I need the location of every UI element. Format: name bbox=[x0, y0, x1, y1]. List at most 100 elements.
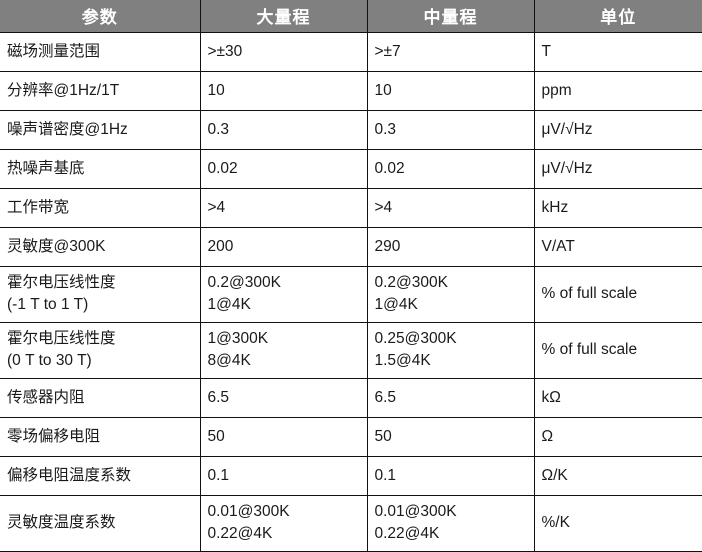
table-row: 分辨率@1Hz/1T 10 10 ppm bbox=[0, 71, 702, 111]
cell-parameter-text: 偏移电阻温度系数 bbox=[7, 466, 132, 484]
specification-table: 参数 大量程 中量程 单位 磁场测量范围 >±30 >±7 T 分辨率@1Hz/1T 10… bbox=[0, 0, 702, 552]
cell-unit-text: Ω bbox=[541, 427, 554, 445]
cell-parameter: 工作带宽 bbox=[0, 188, 201, 228]
cell-large-range: 50 bbox=[200, 417, 368, 457]
cell-parameter-text: 热噪声基底 bbox=[7, 159, 85, 177]
cell-unit: T bbox=[534, 32, 702, 72]
table-row: 工作带宽 >4 >4 kHz bbox=[0, 188, 702, 228]
table-row: 零场偏移电阻 50 50 Ω bbox=[0, 417, 702, 457]
cell-large-range-text: 0.02 bbox=[207, 159, 238, 177]
cell-mid-range-text: >±7 bbox=[374, 42, 401, 60]
cell-unit-text: kΩ bbox=[541, 388, 561, 406]
cell-unit-text: %/K bbox=[541, 514, 570, 531]
cell-unit: μV/√Hz bbox=[534, 149, 702, 189]
cell-large-range: 1@300K 8@4K bbox=[200, 322, 368, 379]
cell-unit-text: μV/√Hz bbox=[541, 120, 593, 138]
table-header-row: 参数 大量程 中量程 单位 bbox=[0, 0, 702, 33]
cell-large-range-text: 200 bbox=[207, 237, 234, 255]
cell-parameter-text: 工作带宽 bbox=[7, 198, 70, 216]
cell-parameter: 灵敏度温度系数 bbox=[0, 495, 201, 552]
cell-mid-range: 0.3 bbox=[367, 110, 535, 150]
cell-unit: Ω/K bbox=[534, 456, 702, 496]
cell-unit-text: Ω/K bbox=[541, 466, 568, 484]
cell-large-range: >±30 bbox=[200, 32, 368, 72]
column-header-large-range: 大量程 bbox=[200, 0, 368, 33]
cell-parameter: 磁场测量范围 bbox=[0, 32, 201, 72]
cell-large-range: 6.5 bbox=[200, 378, 368, 418]
cell-mid-range: 50 bbox=[367, 417, 535, 457]
cell-unit: %/K bbox=[534, 495, 702, 552]
cell-mid-range-text: >4 bbox=[374, 198, 393, 216]
cell-parameter: 偏移电阻温度系数 bbox=[0, 456, 201, 496]
cell-unit: Ω bbox=[534, 417, 702, 457]
cell-mid-range: 0.2@300K 1@4K bbox=[367, 266, 535, 323]
cell-unit-text: ppm bbox=[541, 81, 572, 99]
cell-mid-range: 290 bbox=[367, 227, 535, 267]
table-body: 磁场测量范围 >±30 >±7 T 分辨率@1Hz/1T 10 10 ppm 噪声谱密度@1Hz… bbox=[0, 32, 702, 552]
cell-large-range: 200 bbox=[200, 227, 368, 267]
table-row: 传感器内阻 6.5 6.5 kΩ bbox=[0, 378, 702, 418]
cell-large-range-text: 10 bbox=[207, 81, 225, 99]
cell-unit: % of full scale bbox=[534, 266, 702, 323]
cell-mid-range-text: 290 bbox=[374, 237, 401, 255]
cell-parameter-text: 分辨率@1Hz/1T bbox=[7, 81, 120, 99]
cell-parameter: 传感器内阻 bbox=[0, 378, 201, 418]
table-row: 偏移电阻温度系数 0.1 0.1 Ω/K bbox=[0, 456, 702, 496]
cell-large-range-text: 50 bbox=[207, 427, 225, 445]
cell-parameter: 分辨率@1Hz/1T bbox=[0, 71, 201, 111]
cell-unit-text: μV/√Hz bbox=[541, 159, 593, 177]
table-header: 参数 大量程 中量程 单位 bbox=[0, 0, 702, 33]
cell-parameter: 灵敏度@300K bbox=[0, 227, 201, 267]
cell-mid-range-text: 0.02 bbox=[374, 159, 405, 177]
cell-mid-range-text: 50 bbox=[374, 427, 392, 445]
cell-mid-range-text: 10 bbox=[374, 81, 392, 99]
cell-unit: kHz bbox=[534, 188, 702, 228]
cell-parameter-text: 噪声谱密度@1Hz bbox=[7, 120, 128, 138]
table-row: 灵敏度@300K 200 290 V/AT bbox=[0, 227, 702, 267]
cell-mid-range: 0.1 bbox=[367, 456, 535, 496]
cell-unit: μV/√Hz bbox=[534, 110, 702, 150]
table-row: 噪声谱密度@1Hz 0.3 0.3 μV/√Hz bbox=[0, 110, 702, 150]
cell-mid-range: 0.02 bbox=[367, 149, 535, 189]
column-header-unit: 单位 bbox=[534, 0, 702, 33]
table-row: 灵敏度温度系数 0.01@300K 0.22@4K 0.01@300K 0.22@4… bbox=[0, 495, 702, 552]
cell-unit: ppm bbox=[534, 71, 702, 111]
cell-unit-text: kHz bbox=[541, 198, 569, 216]
cell-parameter: 霍尔电压线性度 (-1 T to 1 T) bbox=[0, 266, 201, 323]
column-header-mid-range: 中量程 bbox=[367, 0, 535, 33]
cell-parameter: 霍尔电压线性度 (0 T to 30 T) bbox=[0, 322, 201, 379]
cell-mid-range-text: 0.1 bbox=[374, 466, 397, 484]
cell-parameter-text: 传感器内阻 bbox=[7, 388, 85, 406]
cell-unit: kΩ bbox=[534, 378, 702, 418]
cell-large-range-text: >±30 bbox=[207, 42, 243, 60]
cell-parameter-text: 灵敏度@300K bbox=[7, 237, 106, 255]
cell-unit: V/AT bbox=[534, 227, 702, 267]
cell-mid-range: >±7 bbox=[367, 32, 535, 72]
cell-large-range: >4 bbox=[200, 188, 368, 228]
cell-parameter-text: 零场偏移电阻 bbox=[7, 427, 101, 445]
cell-mid-range-text: 0.01@300K 0.22@4K bbox=[374, 503, 457, 542]
cell-large-range: 0.3 bbox=[200, 110, 368, 150]
cell-mid-range: 0.01@300K 0.22@4K bbox=[367, 495, 535, 552]
cell-parameter: 噪声谱密度@1Hz bbox=[0, 110, 201, 150]
cell-mid-range-text: 6.5 bbox=[374, 388, 397, 406]
cell-large-range-text: 0.2@300K 1@4K bbox=[207, 274, 281, 313]
cell-mid-range: >4 bbox=[367, 188, 535, 228]
table-row: 霍尔电压线性度 (-1 T to 1 T) 0.2@300K 1@4K 0.2@30… bbox=[0, 266, 702, 323]
cell-parameter-text: 霍尔电压线性度 (-1 T to 1 T) bbox=[7, 274, 116, 313]
cell-unit-text: T bbox=[541, 42, 551, 60]
cell-mid-range: 10 bbox=[367, 71, 535, 111]
cell-large-range-text: 6.5 bbox=[207, 388, 230, 406]
table-row: 磁场测量范围 >±30 >±7 T bbox=[0, 32, 702, 72]
cell-mid-range-text: 0.25@300K 1.5@4K bbox=[374, 330, 457, 369]
cell-unit-text: % of full scale bbox=[541, 341, 638, 358]
cell-large-range-text: 1@300K 8@4K bbox=[207, 330, 269, 369]
cell-large-range-text: 0.01@300K 0.22@4K bbox=[207, 503, 290, 542]
column-header-parameter: 参数 bbox=[0, 0, 201, 33]
cell-large-range: 0.1 bbox=[200, 456, 368, 496]
cell-parameter-text: 磁场测量范围 bbox=[7, 42, 101, 60]
cell-mid-range-text: 0.2@300K 1@4K bbox=[374, 274, 448, 313]
table-row: 霍尔电压线性度 (0 T to 30 T) 1@300K 8@4K 0.25@300… bbox=[0, 322, 702, 379]
cell-parameter: 热噪声基底 bbox=[0, 149, 201, 189]
cell-large-range: 0.01@300K 0.22@4K bbox=[200, 495, 368, 552]
